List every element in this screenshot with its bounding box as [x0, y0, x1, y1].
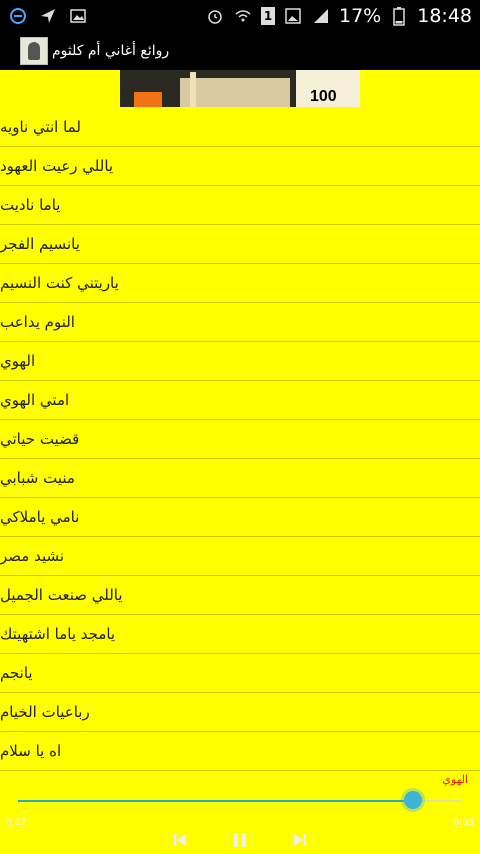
signal-icon: [311, 6, 331, 26]
list-item[interactable]: نشيد مصر: [0, 537, 480, 576]
ad-orange-logo: [134, 92, 162, 107]
ad-offer-text: 100: [310, 88, 337, 105]
song-title: رباعيات الخيام: [0, 703, 90, 721]
song-title: اه يا سلام: [0, 742, 62, 760]
list-item[interactable]: ياللي صنعت الجميل: [0, 576, 480, 615]
pause-icon: [234, 833, 246, 847]
list-item[interactable]: يانسيم الفجر: [0, 225, 480, 264]
sim-badge: 1: [263, 9, 273, 23]
total-time: 0:08: [453, 818, 474, 828]
next-icon: [294, 834, 306, 846]
sim-icon: 1: [261, 7, 275, 25]
list-item[interactable]: النوم يداعب: [0, 303, 480, 342]
list-item[interactable]: قضيت حياتي: [0, 420, 480, 459]
song-title: يانجم: [0, 664, 33, 682]
song-title: نشيد مصر: [0, 547, 65, 565]
battery-icon: [389, 6, 409, 26]
ad-banner[interactable]: 100: [120, 70, 360, 107]
list-item[interactable]: نامي ياملاكي: [0, 498, 480, 537]
ad-building-image: [180, 72, 290, 107]
seek-bar[interactable]: [18, 791, 462, 809]
send-icon: [38, 6, 58, 26]
previous-button[interactable]: [169, 829, 191, 851]
app-title: روائع أغاني أم كلثوم: [52, 43, 170, 59]
song-title: يامجد ياما اشتهيتك: [0, 625, 116, 643]
current-time: 0:07: [6, 818, 27, 828]
list-item[interactable]: رباعيات الخيام: [0, 693, 480, 732]
song-title: قضيت حياتي: [0, 430, 80, 448]
song-title: لما انتي ناويه: [0, 118, 81, 136]
song-title: امتي الهوي: [0, 391, 70, 409]
song-title: منيت شبابي: [0, 469, 75, 487]
image-icon: [68, 6, 88, 26]
list-item[interactable]: ياما ناديت: [0, 186, 480, 225]
song-title: ياللي رعيت العهود: [0, 157, 114, 175]
list-item[interactable]: ياللي رعيت العهود: [0, 147, 480, 186]
pause-button[interactable]: [229, 829, 251, 851]
alarm-icon: [205, 6, 225, 26]
seek-bar-thumb[interactable]: [404, 791, 423, 809]
previous-icon: [174, 834, 186, 846]
song-title: ياريتني كنت النسيم: [0, 274, 119, 292]
app-logo-icon: [20, 37, 48, 65]
sync-icon: [8, 6, 28, 26]
status-bar: 1 17% 18:48: [0, 0, 480, 32]
song-list: لما انتي ناويه ياللي رعيت العهود ياما نا…: [0, 108, 480, 771]
seek-bar-fill: [18, 800, 414, 802]
wifi-icon: [233, 6, 253, 26]
next-button[interactable]: [289, 829, 311, 851]
list-item[interactable]: يامجد ياما اشتهيتك: [0, 615, 480, 654]
app-bar: روائع أغاني أم كلثوم: [0, 32, 480, 70]
song-title: نامي ياملاكي: [0, 508, 80, 526]
list-item[interactable]: امتي الهوي: [0, 381, 480, 420]
gallery-icon: [283, 6, 303, 26]
list-item[interactable]: ياريتني كنت النسيم: [0, 264, 480, 303]
status-bar-right: 1 17% 18:48: [205, 5, 472, 27]
now-playing-title: الهوي: [442, 773, 468, 786]
song-title: ياللي صنعت الجميل: [0, 586, 123, 604]
player-controls: [0, 828, 480, 852]
battery-percent: 17%: [339, 5, 382, 27]
song-title: يانسيم الفجر: [0, 235, 80, 253]
status-bar-left: [8, 6, 88, 26]
clock: 18:48: [417, 5, 472, 27]
song-title: الهوي: [0, 352, 36, 370]
list-item[interactable]: الهوي: [0, 342, 480, 381]
list-item[interactable]: لما انتي ناويه: [0, 108, 480, 147]
song-title: ياما ناديت: [0, 196, 61, 214]
song-title: النوم يداعب: [0, 313, 75, 331]
list-item[interactable]: يانجم: [0, 654, 480, 693]
list-item[interactable]: اه يا سلام: [0, 732, 480, 771]
list-item[interactable]: منيت شبابي: [0, 459, 480, 498]
